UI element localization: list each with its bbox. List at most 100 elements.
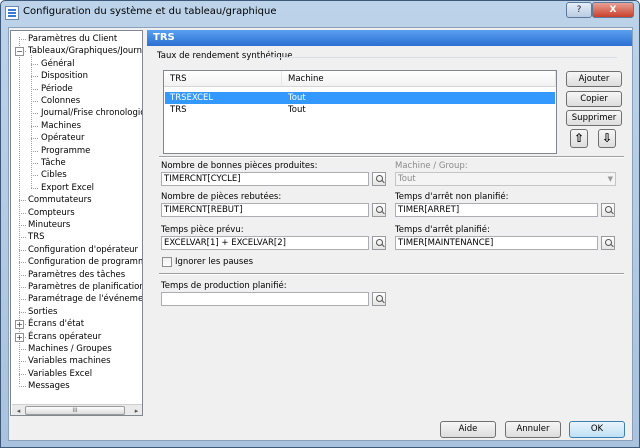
list-item[interactable]: TRS Tout: [165, 104, 555, 116]
machine-group-select[interactable]: Tout ▼: [395, 172, 616, 186]
tree-item[interactable]: Colonnes: [41, 95, 80, 107]
tree-guide-line: [31, 88, 38, 90]
tree-item[interactable]: Compteurs: [28, 207, 75, 219]
tree-item[interactable]: Variables machines: [28, 355, 111, 367]
list-item[interactable]: TRSEXCEL Tout: [165, 92, 555, 104]
ok-button[interactable]: OK: [569, 421, 625, 438]
machine-group-label: Machine / Group:: [395, 161, 468, 171]
chevron-down-icon: ▼: [607, 175, 613, 183]
tree-guide-line: [19, 287, 26, 288]
cycle-time-field[interactable]: EXCELVAR[1] + EXCELVAR[2]: [161, 236, 369, 250]
tree-item[interactable]: Paramètres des tâches: [28, 269, 125, 281]
tree-item[interactable]: Général: [41, 58, 75, 70]
tree-guide-line: [31, 125, 38, 127]
unplanned-stop-label: Temps d'arrêt non planifié:: [395, 192, 509, 202]
tree-item[interactable]: Messages: [28, 380, 70, 392]
tree-guide-line: [31, 76, 38, 78]
tree-item[interactable]: Opérateur: [41, 132, 84, 144]
tree-guide-line: [19, 237, 26, 239]
planned-stop-picker-icon[interactable]: [601, 236, 615, 250]
ignore-pauses-checkbox[interactable]: [162, 257, 172, 267]
list-item-trs: TRS: [170, 105, 187, 115]
good-parts-picker-icon[interactable]: [372, 172, 386, 186]
trs-panel: TRS Taux de rendement synthétique TRS Ma…: [147, 30, 632, 416]
column-header-trs[interactable]: TRS: [164, 71, 282, 87]
tree-item[interactable]: Journal/Frise chronologic: [41, 107, 142, 119]
tree-guide-line: [19, 200, 26, 202]
title-bar[interactable]: Configuration du système et du tableau/g…: [1, 1, 639, 25]
add-button[interactable]: Ajouter: [566, 71, 622, 87]
tree-guide-line: [31, 113, 38, 115]
group-label: Taux de rendement synthétique: [157, 51, 293, 61]
unplanned-stop-picker-icon[interactable]: [601, 203, 615, 217]
settings-tree[interactable]: Paramètres du Client − Tableaux/Graphiques…: [10, 30, 143, 416]
move-down-icon[interactable]: ⇩: [598, 129, 616, 148]
tree-guide-line: [31, 63, 38, 65]
copy-button[interactable]: Copier: [566, 91, 622, 107]
scroll-thumb[interactable]: III: [25, 406, 125, 415]
planned-stop-field[interactable]: TIMER[MAINTENANCE]: [395, 236, 598, 250]
tree-guide-line: [31, 175, 38, 177]
tree-item[interactable]: Machines / Groupes: [28, 343, 112, 355]
tree-guide-line: [19, 262, 26, 264]
tree-item[interactable]: Écrans opérateur: [28, 331, 101, 343]
title-help-button[interactable]: ?: [566, 2, 592, 18]
tree-item[interactable]: Paramètres du Client: [28, 33, 117, 45]
expand-icon[interactable]: +: [15, 332, 24, 342]
tree-guide-line: [19, 361, 26, 363]
tree-item[interactable]: Configuration d'opérateur: [28, 244, 138, 256]
machine-group-value: Tout: [398, 174, 416, 184]
ignore-pauses-label[interactable]: Ignorer les pauses: [175, 257, 253, 267]
tree-item[interactable]: Machines: [41, 120, 81, 132]
expand-icon[interactable]: +: [15, 320, 24, 330]
good-parts-field[interactable]: TIMERCNT[CYCLE]: [161, 172, 369, 186]
planned-production-picker-icon[interactable]: [372, 292, 386, 306]
tree-item[interactable]: Disposition: [41, 70, 88, 82]
section-separator: [159, 273, 624, 275]
scroll-right-icon[interactable]: ▸: [131, 406, 142, 415]
group-divider: [267, 57, 617, 58]
tree-item[interactable]: Variables Excel: [28, 368, 92, 380]
tree-guide-line: [19, 274, 26, 276]
tree-item[interactable]: Paramètres de planification: [28, 281, 142, 293]
list-item-trs: TRSEXCEL: [170, 93, 214, 103]
planned-production-field[interactable]: [161, 292, 369, 306]
tree-item[interactable]: Écrans d'état: [28, 318, 84, 330]
trs-list[interactable]: TRS Machine TRSEXCEL Tout TRS Tout: [163, 70, 557, 154]
tree-item[interactable]: Période: [41, 83, 73, 95]
unplanned-stop-field[interactable]: TIMER[ARRET]: [395, 203, 598, 217]
cycle-time-picker-icon[interactable]: [372, 236, 386, 250]
rejected-parts-picker-icon[interactable]: [372, 203, 386, 217]
tree-guide-line: [19, 373, 26, 375]
tree-item[interactable]: Configuration de programme: [28, 256, 142, 268]
cycle-time-label: Temps pièce prévu:: [161, 225, 244, 235]
tree-guide-line: [19, 311, 26, 313]
tree-horizontal-scrollbar[interactable]: ◂ III ▸: [12, 404, 142, 415]
help-button[interactable]: Aide: [440, 421, 496, 438]
dialog-client-area: Paramètres du Client − Tableaux/Graphiques…: [8, 27, 633, 441]
tree-item[interactable]: Paramétrage de l'événement: [28, 293, 142, 305]
tree-guide-line: [19, 212, 26, 214]
column-header-machine[interactable]: Machine: [282, 71, 556, 87]
rejected-parts-field[interactable]: TIMERCNT[REBUT]: [161, 203, 369, 217]
tree-item[interactable]: Export Excel: [41, 182, 94, 194]
cancel-button[interactable]: Annuler: [505, 421, 561, 438]
tree-item[interactable]: Programme: [41, 145, 90, 157]
scroll-left-icon[interactable]: ◂: [13, 406, 24, 415]
tree-item[interactable]: Tableaux/Graphiques/Journa: [28, 45, 142, 57]
section-separator: [159, 156, 624, 158]
tree-item[interactable]: Minuteurs: [28, 219, 70, 231]
tree-item[interactable]: Cibles: [41, 169, 67, 181]
tree-item[interactable]: Tâche: [41, 157, 66, 169]
dialog-window: Configuration du système et du tableau/g…: [0, 0, 640, 448]
tree-item[interactable]: Commutateurs: [28, 194, 92, 206]
move-up-icon[interactable]: ⇧: [570, 129, 588, 148]
tree-guide-line: [19, 386, 26, 388]
collapse-icon[interactable]: −: [15, 47, 24, 57]
delete-button[interactable]: Supprimer: [566, 110, 622, 126]
tree-guide-line: [31, 163, 38, 164]
tree-item[interactable]: TRS: [28, 231, 45, 243]
tree-guide-line: [31, 150, 38, 152]
close-button[interactable]: X: [592, 2, 634, 18]
tree-item[interactable]: Sorties: [28, 306, 57, 318]
